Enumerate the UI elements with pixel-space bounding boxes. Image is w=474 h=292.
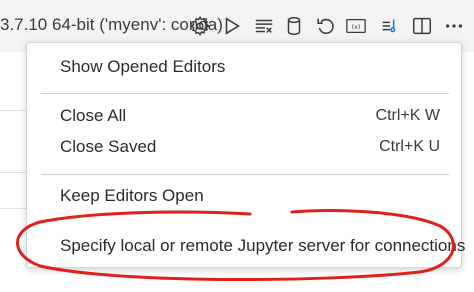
menu-item-label: Specify local or remote Jupyter server f… bbox=[60, 236, 466, 255]
menu-separator bbox=[41, 174, 449, 175]
clear-outputs-icon[interactable] bbox=[252, 14, 276, 38]
divider bbox=[0, 110, 26, 111]
menu-item-keep-editors-open[interactable]: Keep Editors Open bbox=[34, 182, 454, 210]
divider bbox=[0, 208, 26, 209]
menu-item-shortcut: Ctrl+K W bbox=[375, 107, 440, 124]
menu-separator bbox=[41, 93, 449, 94]
menu-item-label: Close Saved bbox=[60, 137, 157, 156]
database-icon[interactable] bbox=[282, 14, 306, 38]
menu-item-show-opened-editors[interactable]: Show Opened Editors bbox=[34, 53, 454, 81]
menu-item-label: Keep Editors Open bbox=[60, 186, 204, 205]
divider bbox=[0, 172, 26, 173]
svg-text:(x): (x) bbox=[352, 23, 361, 31]
menu-item-specify-jupyter-server[interactable]: Specify local or remote Jupyter server f… bbox=[34, 232, 465, 260]
more-icon[interactable] bbox=[442, 14, 466, 38]
menu-item-close-all[interactable]: Close All Ctrl+K W bbox=[34, 102, 454, 130]
menu-item-close-saved[interactable]: Close Saved Ctrl+K U bbox=[34, 133, 454, 161]
outline-icon[interactable] bbox=[378, 14, 402, 38]
variables-icon[interactable]: (x) bbox=[344, 14, 368, 38]
menu-item-shortcut: Ctrl+K U bbox=[379, 138, 440, 155]
menu-item-label: Close All bbox=[60, 106, 127, 125]
gear-icon[interactable] bbox=[188, 14, 212, 38]
menu-item-label: Show Opened Editors bbox=[60, 57, 226, 76]
run-icon[interactable] bbox=[220, 14, 244, 38]
context-menu: Show Opened Editors Close All Ctrl+K W C… bbox=[26, 42, 465, 268]
split-editor-icon[interactable] bbox=[410, 14, 434, 38]
restart-icon[interactable] bbox=[314, 14, 338, 38]
